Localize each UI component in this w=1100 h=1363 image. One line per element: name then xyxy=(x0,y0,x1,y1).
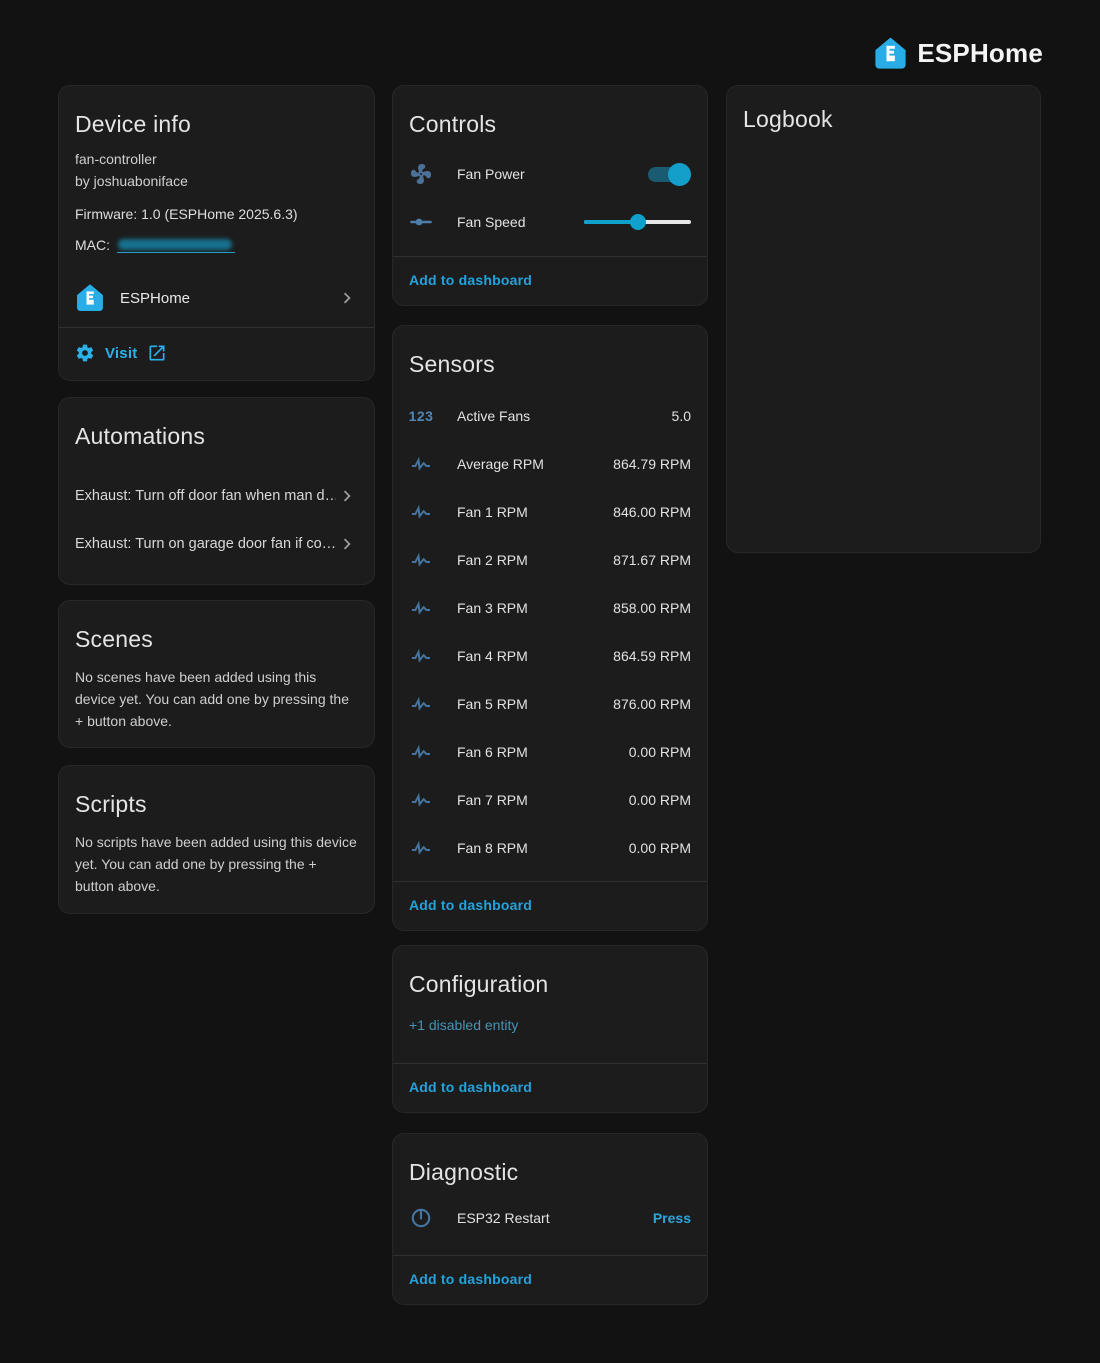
esphome-logo-icon xyxy=(873,36,908,71)
restart-label: ESP32 Restart xyxy=(457,1210,550,1226)
pulse-icon xyxy=(409,836,433,860)
sensors-card: Sensors 123 Active Fans 5.0 Average RPM … xyxy=(392,325,708,931)
fan-speed-row[interactable]: Fan Speed xyxy=(393,198,707,246)
slider-icon xyxy=(409,210,433,234)
power-restart-icon xyxy=(409,1206,433,1230)
controls-card: Controls Fan Power xyxy=(392,85,708,306)
integration-row-esphome[interactable]: ESPHome xyxy=(59,270,374,326)
pulse-icon xyxy=(409,500,433,524)
sensor-value: 0.00 RPM xyxy=(629,744,691,760)
scripts-card: Scripts No scripts have been added using… xyxy=(58,765,375,914)
sensor-name: Average RPM xyxy=(457,456,544,472)
sensor-name: Fan 8 RPM xyxy=(457,840,528,856)
device-name: fan-controller xyxy=(75,148,358,170)
sensor-value: 5.0 xyxy=(672,408,691,424)
sensor-name: Fan 2 RPM xyxy=(457,552,528,568)
fan-icon xyxy=(409,162,433,186)
sensor-row[interactable]: Average RPM 864.79 RPM xyxy=(393,440,707,488)
add-to-dashboard-link[interactable]: Add to dashboard xyxy=(409,897,532,913)
automations-title: Automations xyxy=(59,398,374,450)
mac-label: MAC: xyxy=(75,234,110,256)
add-to-dashboard-link[interactable]: Add to dashboard xyxy=(409,1271,532,1287)
sensor-row[interactable]: Fan 4 RPM 864.59 RPM xyxy=(393,632,707,680)
sensor-name: Fan 7 RPM xyxy=(457,792,528,808)
sensor-value: 864.59 RPM xyxy=(613,648,691,664)
brand-title: ESPHome xyxy=(917,38,1043,69)
chevron-right-icon xyxy=(336,533,358,555)
configuration-title: Configuration xyxy=(393,946,707,998)
pulse-icon xyxy=(409,788,433,812)
sensor-value: 864.79 RPM xyxy=(613,456,691,472)
numeric-123-icon: 123 xyxy=(409,404,433,428)
sensor-row[interactable]: Fan 1 RPM 846.00 RPM xyxy=(393,488,707,536)
sensor-value: 871.67 RPM xyxy=(613,552,691,568)
sensor-row[interactable]: Fan 7 RPM 0.00 RPM xyxy=(393,776,707,824)
logbook-title: Logbook xyxy=(727,86,1040,133)
logbook-card: Logbook xyxy=(726,85,1041,553)
automation-row[interactable]: Exhaust: Turn on garage door fan if co… xyxy=(59,520,374,568)
scenes-title: Scenes xyxy=(59,601,374,653)
pulse-icon xyxy=(409,548,433,572)
sensor-row[interactable]: 123 Active Fans 5.0 xyxy=(393,392,707,440)
sensor-name: Active Fans xyxy=(457,408,530,424)
automations-card: Automations Exhaust: Turn off door fan w… xyxy=(58,397,375,585)
pulse-icon xyxy=(409,740,433,764)
mac-address-redacted[interactable] xyxy=(117,238,235,253)
diagnostic-card: Diagnostic ESP32 Restart Press xyxy=(392,1133,708,1305)
esphome-logo-icon xyxy=(75,283,105,313)
pulse-icon xyxy=(409,644,433,668)
device-author: by joshuaboniface xyxy=(75,170,358,192)
press-button[interactable]: Press xyxy=(653,1210,691,1226)
sensor-value: 0.00 RPM xyxy=(629,840,691,856)
controls-title: Controls xyxy=(393,86,707,138)
diagnostic-title: Diagnostic xyxy=(393,1134,707,1186)
gear-icon xyxy=(75,343,95,363)
device-info-card: Device info fan-controller by joshuaboni… xyxy=(58,85,375,381)
sensor-row[interactable]: Fan 3 RPM 858.00 RPM xyxy=(393,584,707,632)
automation-label: Exhaust: Turn on garage door fan if co… xyxy=(75,536,336,552)
disabled-entities-link[interactable]: +1 disabled entity xyxy=(409,1017,691,1033)
fan-speed-slider[interactable] xyxy=(584,214,691,230)
esphome-brand: ESPHome xyxy=(873,36,1043,71)
automation-row[interactable]: Exhaust: Turn off door fan when man d… xyxy=(59,472,374,520)
sensor-name: Fan 4 RPM xyxy=(457,648,528,664)
scripts-empty-text: No scripts have been added using this de… xyxy=(75,831,358,897)
sensor-name: Fan 5 RPM xyxy=(457,696,528,712)
fan-power-toggle[interactable] xyxy=(648,167,689,182)
device-page: ESPHome Device info fan-controller by jo… xyxy=(0,0,1100,1363)
sensor-name: Fan 1 RPM xyxy=(457,504,528,520)
pulse-icon xyxy=(409,596,433,620)
scripts-title: Scripts xyxy=(59,766,374,818)
automation-label: Exhaust: Turn off door fan when man d… xyxy=(75,488,336,504)
visit-link[interactable]: Visit xyxy=(105,345,137,362)
fan-power-label: Fan Power xyxy=(457,166,525,182)
chevron-right-icon xyxy=(336,287,358,309)
sensor-row[interactable]: Fan 8 RPM 0.00 RPM xyxy=(393,824,707,872)
fan-speed-label: Fan Speed xyxy=(457,214,526,230)
sensor-name: Fan 6 RPM xyxy=(457,744,528,760)
add-to-dashboard-link[interactable]: Add to dashboard xyxy=(409,1079,532,1095)
sensor-value: 858.00 RPM xyxy=(613,600,691,616)
sensor-value: 0.00 RPM xyxy=(629,792,691,808)
pulse-icon xyxy=(409,692,433,716)
device-info-title: Device info xyxy=(59,86,374,138)
sensor-row[interactable]: Fan 6 RPM 0.00 RPM xyxy=(393,728,707,776)
sensors-title: Sensors xyxy=(393,326,707,378)
sensor-value: 846.00 RPM xyxy=(613,504,691,520)
sensor-name: Fan 3 RPM xyxy=(457,600,528,616)
fan-power-row[interactable]: Fan Power xyxy=(393,150,707,198)
firmware-version: Firmware: 1.0 (ESPHome 2025.6.3) xyxy=(75,203,358,225)
add-to-dashboard-link[interactable]: Add to dashboard xyxy=(409,272,532,288)
chevron-right-icon xyxy=(336,485,358,507)
sensor-row[interactable]: Fan 2 RPM 871.67 RPM xyxy=(393,536,707,584)
sensor-value: 876.00 RPM xyxy=(613,696,691,712)
integration-name: ESPHome xyxy=(120,290,190,307)
scenes-card: Scenes No scenes have been added using t… xyxy=(58,600,375,748)
scenes-empty-text: No scenes have been added using this dev… xyxy=(75,666,358,732)
configuration-card: Configuration +1 disabled entity Add to … xyxy=(392,945,708,1113)
sensor-row[interactable]: Fan 5 RPM 876.00 RPM xyxy=(393,680,707,728)
open-in-new-icon[interactable] xyxy=(147,343,167,363)
pulse-icon xyxy=(409,452,433,476)
restart-row[interactable]: ESP32 Restart Press xyxy=(393,1194,707,1242)
